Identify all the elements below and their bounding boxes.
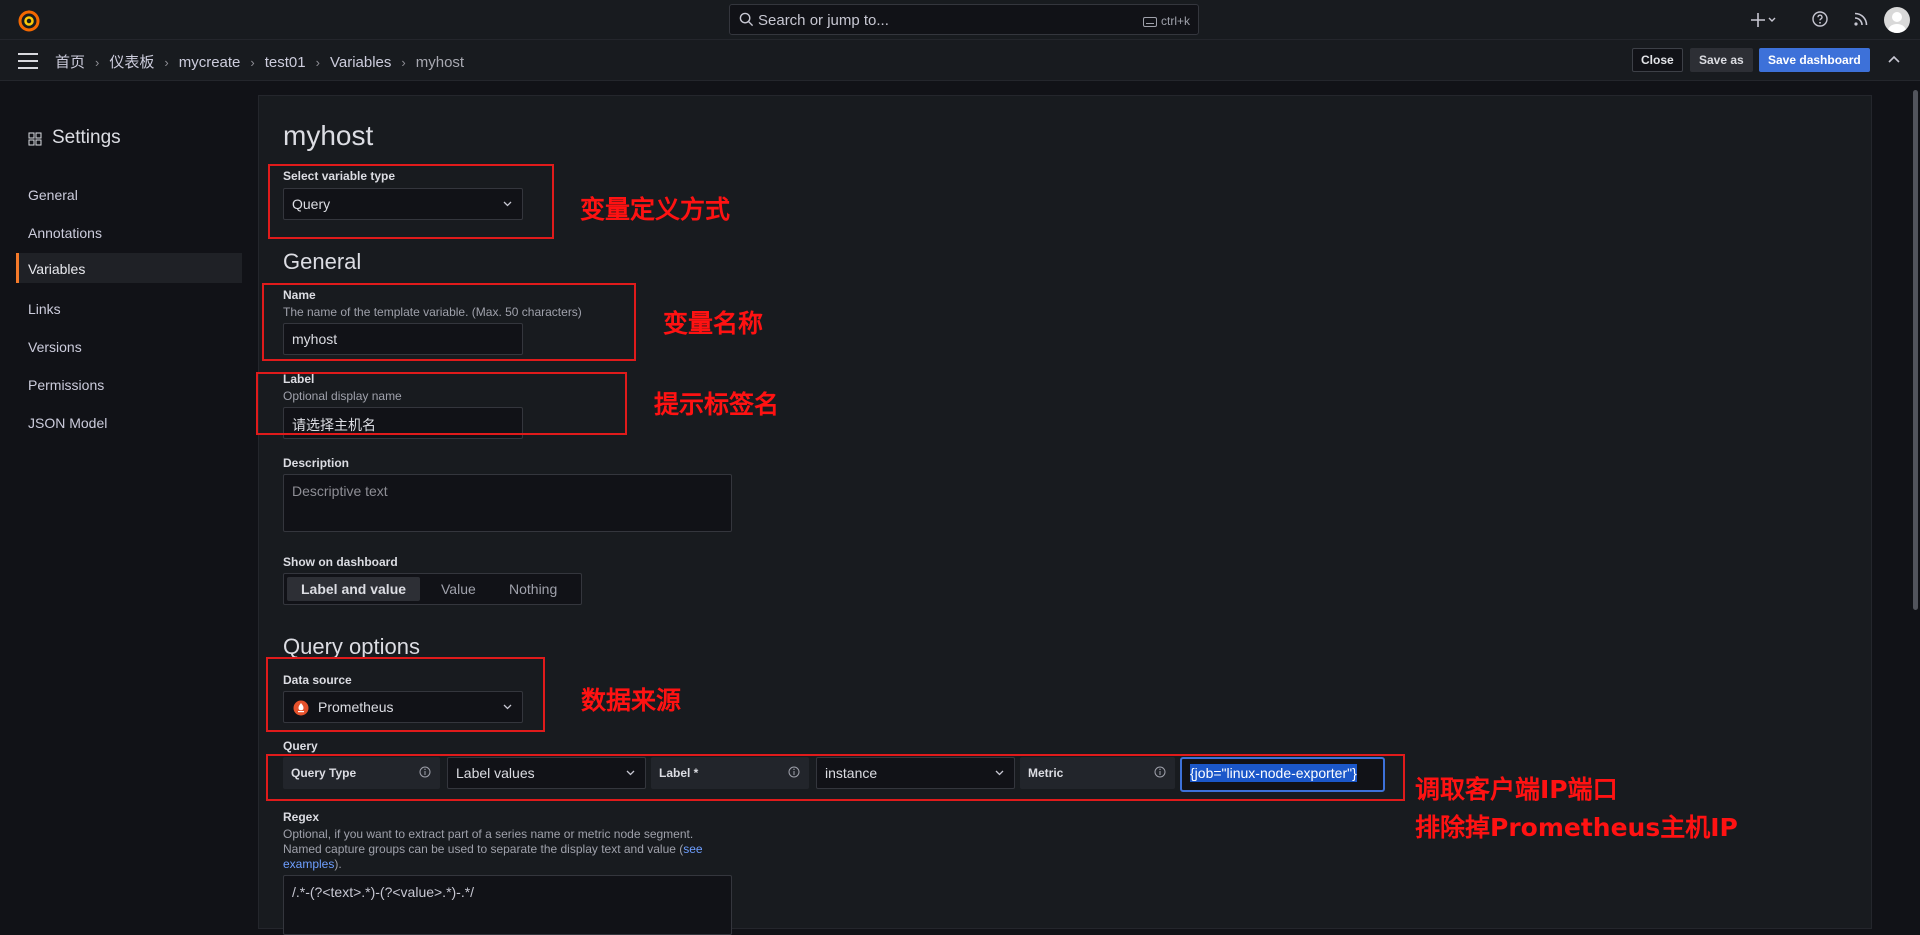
description-label: Description [283,456,350,470]
variable-title: myhost [283,120,374,151]
grafana-logo[interactable] [17,8,41,32]
chevron-right-icon: › [401,55,406,70]
show-option-label-and-value[interactable]: Label and value [287,577,421,601]
annotation-type: 变量定义方式 [580,195,731,224]
annotation-box-name [262,283,636,361]
breadcrumb-variables[interactable]: Variables [330,54,391,71]
see-examples-link[interactable]: see [683,842,702,856]
plus-icon[interactable] [1751,11,1777,29]
sidebar-item-versions[interactable]: Versions [16,331,242,361]
save-dashboard-button[interactable]: Save dashboard [1759,48,1870,72]
settings-title: Settings [28,127,121,149]
query-label: Query [283,739,318,753]
annotation-box-label [256,372,627,435]
settings-sidebar: Settings General Annotations Variables L… [0,81,256,929]
chevron-right-icon: › [95,55,100,70]
close-button[interactable]: Close [1632,48,1683,72]
sidebar-item-variables[interactable]: Variables [16,253,242,283]
keyboard-icon [1142,17,1157,27]
regex-label: Regex [283,810,320,824]
annotation-box-type [268,164,554,239]
search-bar[interactable]: Search or jump to... ctrl+k [729,4,1199,35]
search-icon [739,12,754,27]
sidebar-item-json-model[interactable]: JSON Model [16,407,242,437]
breadcrumb-home[interactable]: 首页 [55,54,85,71]
annotation-query-line2: 排除掉Prometheus主机IP [1415,813,1738,842]
regex-description: Optional, if you want to extract part of… [283,827,703,871]
search-placeholder: Search or jump to... [758,12,889,29]
breadcrumb-current: myhost [415,54,465,71]
show-option-value[interactable]: Value [427,577,490,601]
news-rss-icon[interactable] [1853,11,1869,27]
apps-grid-icon [28,132,42,146]
user-avatar[interactable] [1884,7,1910,33]
chevron-up-icon[interactable] [1887,53,1901,65]
chevron-right-icon: › [164,55,169,70]
sidebar-item-permissions[interactable]: Permissions [16,369,242,399]
annotation-label: 提示标签名 [654,390,780,419]
page-scrollbar[interactable] [1913,90,1918,610]
chevron-right-icon: › [315,55,320,70]
menu-toggle-icon[interactable] [18,53,38,74]
breadcrumb-dashboards[interactable]: 仪表板 [109,54,154,71]
breadcrumb-folder[interactable]: mycreate [179,54,241,71]
annotation-box-datasource [266,657,545,732]
breadcrumb-dashboard[interactable]: test01 [265,54,306,71]
description-textarea[interactable]: Descriptive text [283,474,732,532]
chevron-right-icon: › [250,55,255,70]
show-on-dashboard-label: Show on dashboard [283,555,398,569]
show-option-nothing[interactable]: Nothing [495,577,571,601]
breadcrumb: 首页 › 仪表板 › mycreate › test01 › Variables › myhost [55,51,464,72]
sidebar-item-annotations[interactable]: Annotations [16,217,242,247]
annotation-box-query [266,754,1405,801]
top-bar: Search or jump to... ctrl+k [0,0,1920,40]
regex-textarea[interactable]: /.*-(?<text>.*)-(?<value>.*)-.*/ [283,875,732,935]
annotation-query-line1: 调取客户端IP端口 [1415,775,1618,804]
annotation-datasource: 数据来源 [581,686,682,715]
breadcrumb-bar: 首页 › 仪表板 › mycreate › test01 › Variables › myhost … [0,40,1920,81]
save-as-button[interactable]: Save as [1690,48,1753,72]
sidebar-item-links[interactable]: Links [16,293,242,323]
help-icon[interactable] [1812,11,1828,27]
examples-link[interactable]: examples [283,857,334,871]
annotation-name: 变量名称 [663,309,764,338]
show-on-dashboard-toggle: Label and value Value Nothing [283,573,582,605]
sidebar-item-general[interactable]: General [16,179,242,209]
search-shortcut: ctrl+k [1142,14,1190,28]
general-heading: General [283,249,362,274]
